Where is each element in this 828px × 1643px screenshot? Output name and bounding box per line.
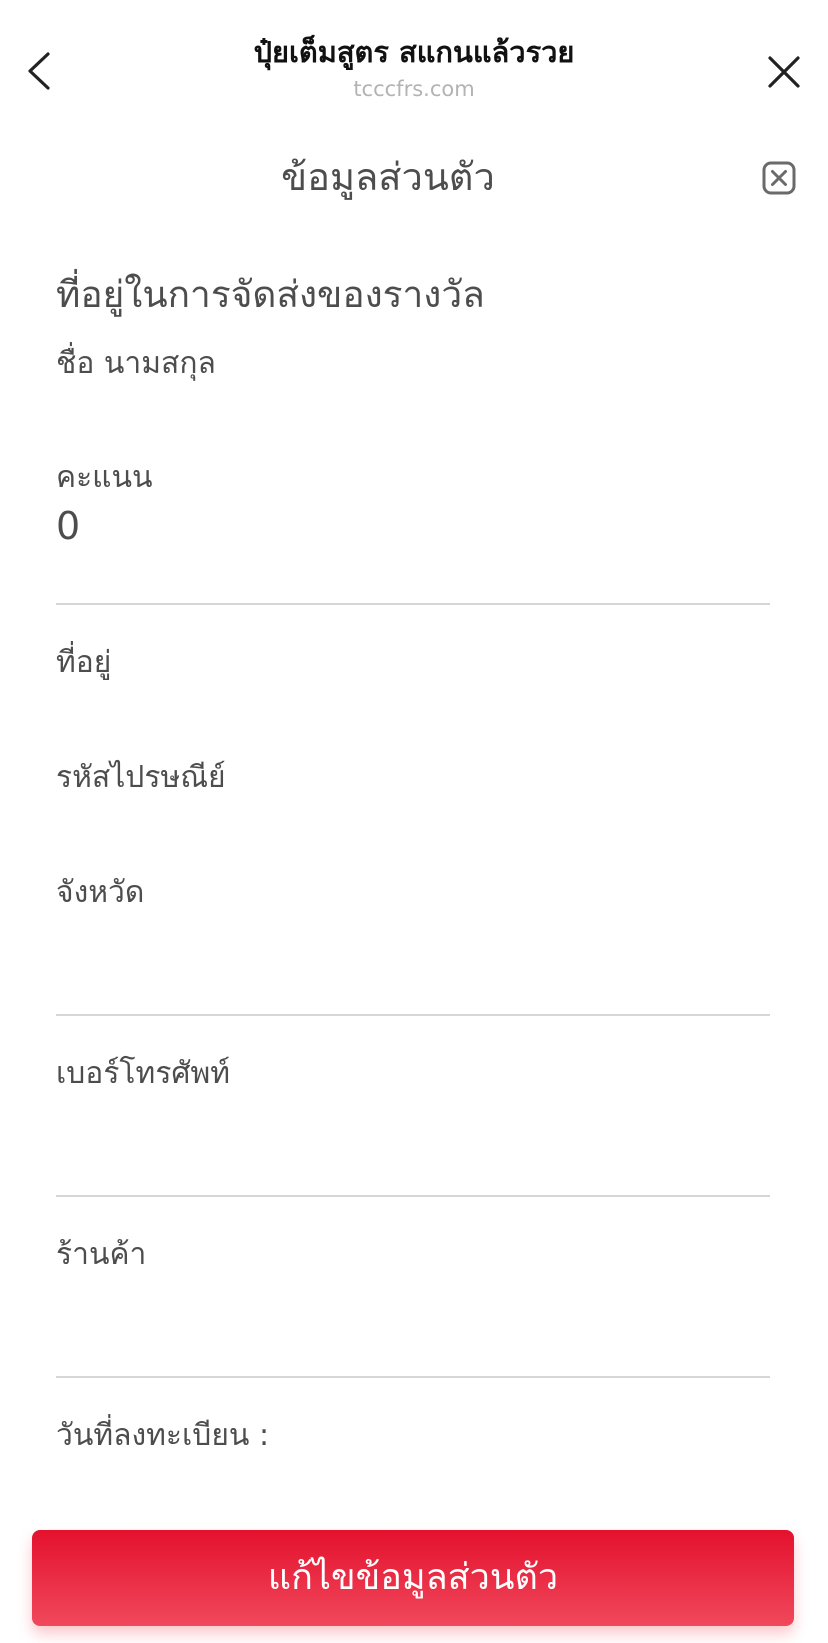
divider bbox=[56, 603, 770, 605]
phone-label: เบอร์โทรศัพท์ bbox=[56, 1056, 231, 1091]
address-label: ที่อยู่ bbox=[56, 645, 112, 680]
close-icon[interactable] bbox=[764, 52, 804, 92]
divider bbox=[56, 1195, 770, 1197]
top-nav-bar: ปุ๋ยเต็มสูตร สแกนแล้วรวย tcccfrs.com bbox=[0, 0, 828, 120]
province-label: จังหวัด bbox=[56, 875, 145, 910]
nav-title: ปุ๋ยเต็มสูตร สแกนแล้วรวย bbox=[253, 35, 575, 69]
shipping-heading: ที่อยู่ในการจัดส่งของรางวัล bbox=[56, 273, 485, 316]
customer-name: ชื่อ นามสกุล bbox=[56, 346, 216, 381]
register-date-label: วันที่ลงทะเบียน : bbox=[56, 1418, 270, 1453]
score-label: คะแนน bbox=[56, 460, 153, 495]
close-box-icon[interactable] bbox=[761, 160, 797, 196]
section-title: ข้อมูลส่วนตัว bbox=[281, 155, 495, 199]
nav-url: tcccfrs.com bbox=[353, 77, 475, 101]
postal-code-label: รหัสไปรษณีย์ bbox=[56, 760, 226, 795]
edit-profile-button[interactable]: แก้ไขข้อมูลส่วนตัว bbox=[32, 1530, 794, 1626]
profile-page: ปุ๋ยเต็มสูตร สแกนแล้วรวย tcccfrs.com ข้อ… bbox=[0, 0, 828, 1643]
divider bbox=[56, 1014, 770, 1016]
divider bbox=[56, 1376, 770, 1378]
shop-label: ร้านค้า bbox=[56, 1237, 147, 1272]
score-value: 0 bbox=[56, 504, 81, 548]
